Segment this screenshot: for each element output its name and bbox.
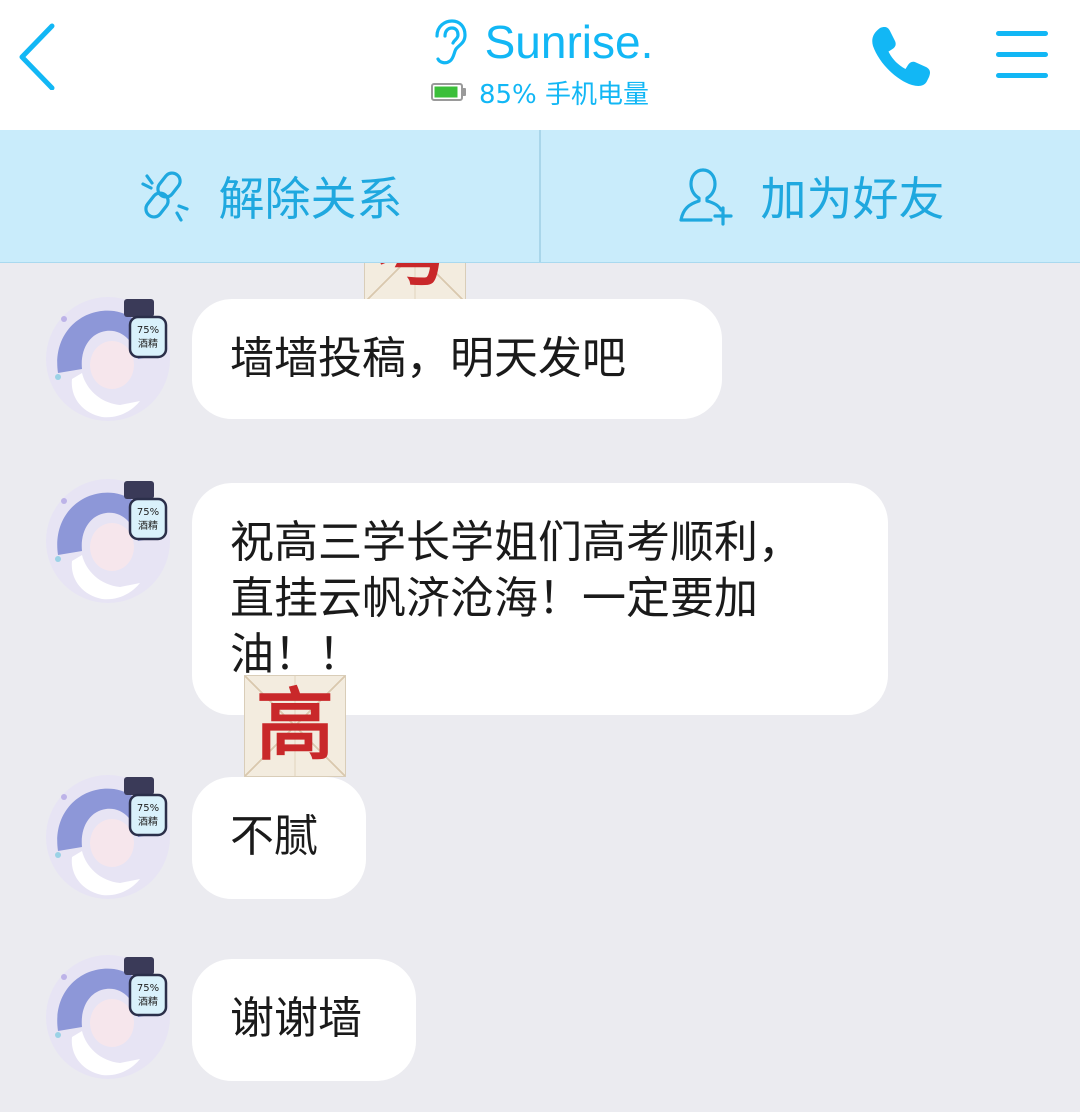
add-friend-label: 加为好友: [760, 172, 945, 226]
message-bubble[interactable]: 不腻: [192, 777, 366, 899]
message-text: 不腻: [230, 811, 318, 862]
menu-button[interactable]: [994, 28, 1050, 82]
unbind-relationship-button[interactable]: 解除关系: [0, 130, 539, 262]
sticker-character: 考: [365, 263, 465, 302]
avatar[interactable]: 75% 酒精: [42, 475, 174, 607]
sticker-image[interactable]: 考: [364, 263, 466, 303]
broken-link-icon: [140, 171, 189, 222]
relationship-action-bar: 解除关系 加为好友: [0, 130, 1080, 263]
svg-text:75%: 75%: [137, 983, 159, 994]
chat-header: Sunrise. 85% 手机电量: [0, 0, 1080, 130]
message-text: 祝高三学长学姐们高考顺利，直挂云帆济沧海！一定要加油！！: [230, 517, 802, 680]
message-text: 谢谢墙: [230, 993, 362, 1044]
ear-icon: [435, 19, 467, 65]
battery-icon: [430, 83, 466, 101]
svg-text:75%: 75%: [137, 803, 159, 814]
avatar[interactable]: 75% 酒精: [42, 293, 174, 425]
sticker-image[interactable]: 高: [244, 675, 346, 777]
avatar[interactable]: 75% 酒精: [42, 951, 174, 1083]
message-bubble[interactable]: 谢谢墙: [192, 959, 416, 1081]
avatar[interactable]: 75% 酒精: [42, 771, 174, 903]
message-text: 墙墙投稿，明天发吧: [230, 333, 626, 384]
message-list[interactable]: 考 75% 酒精 墙墙投稿，明天发吧: [0, 263, 1080, 1112]
hamburger-menu-icon: [996, 31, 1048, 78]
svg-text:酒精: 酒精: [138, 995, 158, 1008]
add-friend-icon: [678, 168, 733, 226]
svg-text:酒精: 酒精: [138, 337, 158, 350]
svg-text:酒精: 酒精: [138, 815, 158, 828]
battery-status: 85% 手机电量: [478, 79, 650, 110]
contact-title[interactable]: Sunrise.: [485, 15, 654, 69]
svg-text:75%: 75%: [137, 507, 159, 518]
svg-text:酒精: 酒精: [138, 519, 158, 532]
unbind-relationship-label: 解除关系: [218, 172, 403, 226]
message-bubble[interactable]: 墙墙投稿，明天发吧: [192, 299, 722, 419]
svg-text:75%: 75%: [137, 325, 159, 336]
phone-icon: [872, 27, 930, 86]
add-friend-button[interactable]: 加为好友: [539, 130, 1080, 262]
call-button[interactable]: [866, 24, 934, 88]
sticker-character: 高: [255, 681, 334, 771]
